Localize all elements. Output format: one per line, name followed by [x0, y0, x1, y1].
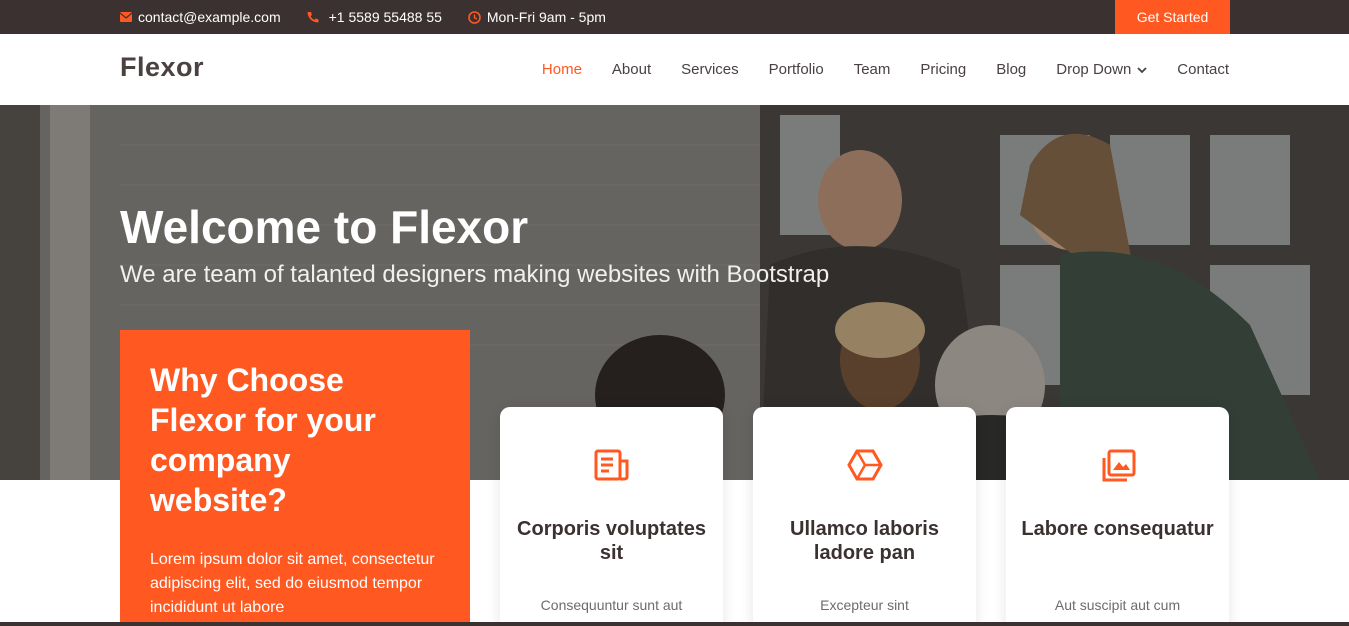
feature-card[interactable]: Labore consequatur Aut suscipit aut cum — [1006, 407, 1229, 626]
nav-item-pricing[interactable]: Pricing — [920, 61, 966, 78]
nav-item-team[interactable]: Team — [854, 61, 891, 78]
nav-label: Drop Down — [1056, 61, 1132, 78]
envelope-icon — [120, 12, 132, 22]
clock-icon — [468, 10, 481, 24]
hours-text: Mon-Fri 9am - 5pm — [486, 9, 606, 25]
main-nav: Home About Services Portfolio Team Prici… — [542, 34, 1229, 105]
card-title: Corporis voluptates sit — [517, 518, 706, 564]
contact-info: contact@example.com +1 5589 55488 55 Mon… — [120, 0, 606, 34]
nav-item-dropdown[interactable]: Drop Down — [1056, 61, 1147, 78]
nav-label: Blog — [996, 61, 1027, 78]
document-icon — [500, 449, 723, 485]
nav-item-services[interactable]: Services — [681, 61, 739, 78]
feature-card[interactable]: Corporis voluptates sit Consequuntur sun… — [500, 407, 723, 626]
card-desc: Consequuntur sunt aut — [540, 597, 683, 613]
nav-item-blog[interactable]: Blog — [996, 61, 1026, 78]
cube-icon — [753, 449, 976, 485]
nav-label: About — [611, 61, 652, 78]
chevron-down-icon — [1137, 61, 1147, 78]
nav-item-home[interactable]: Home — [542, 61, 582, 78]
phone-text: +1 5589 55488 55 — [328, 9, 442, 25]
page: contact@example.com +1 5589 55488 55 Mon… — [0, 0, 1349, 626]
nav-item-contact[interactable]: Contact — [1177, 61, 1229, 78]
images-icon — [1006, 449, 1229, 485]
why-choose-box: Why Choose Flexor for your company websi… — [120, 330, 470, 626]
why-title: Why Choose Flexor for your company websi… — [150, 362, 376, 518]
nav-item-portfolio[interactable]: Portfolio — [769, 61, 824, 78]
get-started-button[interactable]: Get Started — [1115, 0, 1230, 34]
nav-label: Portfolio — [768, 61, 824, 78]
card-desc: Aut suscipit aut cum — [1054, 597, 1181, 613]
bottom-border — [0, 622, 1349, 626]
header: Flexor Home About Services Portfolio Tea… — [0, 34, 1349, 105]
nav-label: Team — [853, 61, 891, 78]
nav-label: Home — [541, 61, 582, 78]
card-desc: Excepteur sint — [820, 597, 909, 613]
nav-item-about[interactable]: About — [612, 61, 651, 78]
logo[interactable]: Flexor — [120, 52, 204, 83]
hero-subtitle: We are team of talanted designers making… — [120, 261, 830, 288]
why-text: Lorem ipsum dolor sit amet, consectetur … — [150, 551, 435, 616]
contact-phone[interactable]: +1 5589 55488 55 — [307, 9, 442, 25]
feature-card[interactable]: Ullamco laboris ladore pan Excepteur sin… — [753, 407, 976, 626]
contact-hours: Mon-Fri 9am - 5pm — [468, 9, 606, 25]
phone-icon — [307, 11, 319, 23]
card-title: Ullamco laboris ladore pan — [790, 518, 939, 564]
card-title: Labore consequatur — [1021, 518, 1214, 540]
email-text: contact@example.com — [138, 9, 281, 25]
contact-email[interactable]: contact@example.com — [120, 9, 281, 25]
nav-label: Contact — [1177, 61, 1229, 78]
hero-title: Welcome to Flexor — [120, 201, 529, 253]
nav-label: Pricing — [920, 61, 967, 78]
nav-label: Services — [681, 61, 739, 78]
topbar: contact@example.com +1 5589 55488 55 Mon… — [0, 0, 1349, 34]
